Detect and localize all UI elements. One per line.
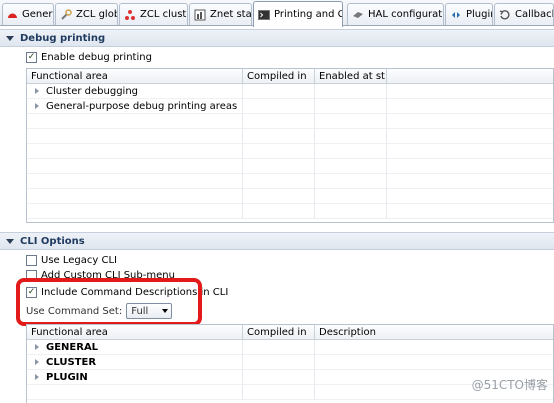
expand-arrow-icon[interactable]	[35, 103, 39, 109]
expand-arrow-icon[interactable]	[35, 359, 39, 365]
collapse-arrow-icon[interactable]	[6, 238, 14, 244]
section-title: Debug printing	[20, 32, 106, 44]
row-description	[315, 340, 553, 354]
tab-zcl-global[interactable]: ZCL global	[55, 3, 118, 25]
checkbox-label: Enable debug printing	[41, 51, 152, 63]
checkbox-label: Use Legacy CLI	[41, 254, 117, 266]
table-row[interactable]: Cluster debugging	[27, 84, 553, 99]
chip-icon	[352, 9, 364, 21]
column-header-functional-area[interactable]: Functional area	[27, 69, 243, 83]
empty-row	[27, 204, 553, 219]
empty-row	[27, 144, 553, 159]
table-row[interactable]: GENERAL	[27, 340, 553, 355]
expand-arrow-icon[interactable]	[35, 88, 39, 94]
debug-printing-section-header[interactable]: Debug printing	[0, 29, 554, 47]
column-header-enabled-at-startup[interactable]: Enabled at st...	[315, 69, 387, 83]
wrench-icon	[60, 8, 72, 21]
terminal-icon	[258, 9, 270, 21]
tab-callbacks[interactable]: Callbacks	[494, 3, 554, 25]
table-row[interactable]: CLUSTER	[27, 355, 553, 370]
table-row[interactable]: General-purpose debug printing areas	[27, 99, 553, 114]
debug-functional-area-table: Functional area Compiled in Enabled at s…	[26, 68, 554, 223]
row-compiled[interactable]	[243, 84, 315, 98]
clusters-icon	[124, 9, 136, 21]
tab-general[interactable]: General	[2, 3, 54, 25]
tab-label: ZCL clusters	[140, 9, 187, 20]
row-enabled[interactable]	[315, 84, 387, 98]
tab-label: ZCL global	[76, 9, 117, 20]
enable-debug-printing-checkbox-row[interactable]: ✓ Enable debug printing	[26, 50, 152, 64]
row-compiled[interactable]	[243, 340, 315, 354]
callbacks-icon	[499, 9, 511, 21]
empty-row	[27, 114, 553, 129]
tab-label: General	[22, 9, 53, 20]
column-header-compiled-in[interactable]: Compiled in	[243, 325, 315, 339]
tab-label: Callbacks	[515, 9, 553, 20]
column-header-functional-area[interactable]: Functional area	[27, 325, 243, 339]
tab-label: Plugins	[466, 9, 492, 20]
column-header-spacer	[387, 69, 553, 83]
tab-label: Printing and CLI	[274, 9, 342, 20]
watermark: @51CTO博客	[471, 378, 548, 392]
tab-printing-and-cli[interactable]: Printing and CLI	[253, 1, 343, 27]
row-compiled[interactable]	[243, 99, 315, 113]
collapse-arrow-icon[interactable]	[6, 35, 14, 41]
table-header: Functional area Compiled in Description	[27, 325, 553, 340]
expand-arrow-icon[interactable]	[35, 374, 39, 380]
row-compiled[interactable]	[243, 355, 315, 369]
tab-label: HAL configuration	[368, 9, 443, 20]
row-area: GENERAL	[46, 341, 99, 353]
tab-zcl-clusters[interactable]: ZCL clusters	[119, 3, 188, 25]
tab-hal-configuration[interactable]: HAL configuration	[347, 3, 444, 25]
row-area: CLUSTER	[46, 356, 97, 368]
expand-arrow-icon[interactable]	[35, 344, 39, 350]
use-legacy-cli-checkbox-row[interactable]: Use Legacy CLI	[26, 253, 117, 267]
row-area: PLUGIN	[46, 371, 88, 383]
enable-debug-printing-checkbox[interactable]: ✓	[26, 51, 37, 63]
plugin-icon	[450, 9, 462, 21]
column-header-compiled-in[interactable]: Compiled in	[243, 69, 315, 83]
annotation-highlight-box	[16, 278, 202, 326]
empty-row	[27, 159, 553, 174]
stack-icon	[194, 9, 206, 21]
empty-row	[27, 174, 553, 189]
tab-znet-stack[interactable]: Znet stack	[189, 3, 252, 25]
use-legacy-cli-checkbox[interactable]	[26, 254, 37, 266]
empty-row	[27, 189, 553, 204]
tab-label: Znet stack	[210, 9, 252, 20]
general-icon	[7, 9, 18, 21]
table-header: Functional area Compiled in Enabled at s…	[27, 69, 553, 84]
empty-row	[27, 129, 553, 144]
column-header-description[interactable]: Description	[315, 325, 553, 339]
row-enabled[interactable]	[315, 99, 387, 113]
cli-options-section-header[interactable]: CLI Options	[0, 232, 554, 250]
row-area: Cluster debugging	[46, 85, 139, 97]
section-title: CLI Options	[20, 235, 85, 247]
row-description	[315, 355, 553, 369]
row-area: General-purpose debug printing areas	[46, 100, 238, 112]
tab-plugins[interactable]: Plugins	[445, 3, 493, 25]
editor-tab-bar: General ZCL global ZCL clusters Znet sta…	[0, 0, 554, 27]
row-compiled[interactable]	[243, 370, 315, 384]
